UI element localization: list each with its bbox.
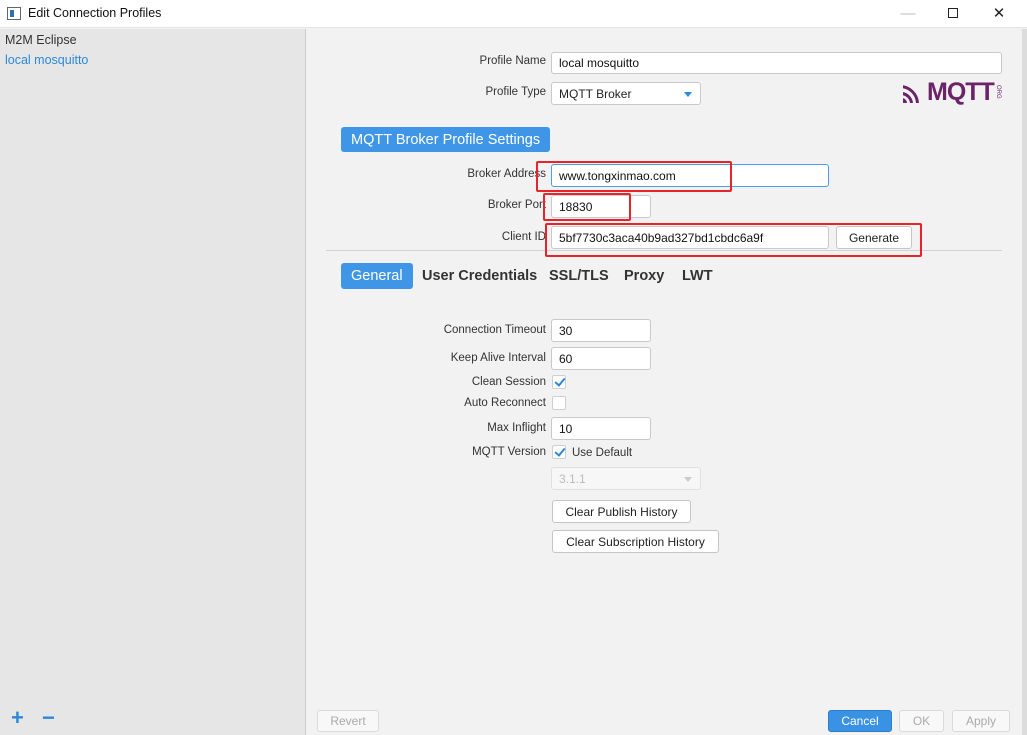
clean-session-checkbox[interactable] [552,375,566,389]
maximize-icon [948,7,958,18]
close-button[interactable]: ✕ [976,0,1022,28]
title-bar: Edit Connection Profiles — ✕ [0,0,1027,28]
section-divider [326,250,1002,251]
keep-alive-field[interactable]: 60 [551,347,651,370]
broker-port-label: Broker Port [487,199,546,211]
maximize-button[interactable] [930,0,976,28]
tab-general[interactable]: General [341,263,413,289]
mqtt-version-select[interactable]: 3.1.1 [551,467,701,490]
apply-button[interactable]: Apply [952,710,1010,732]
profile-name-field[interactable]: local mosquitto [551,52,1002,74]
revert-button[interactable]: Revert [317,710,379,732]
add-profile-button[interactable]: + [11,707,24,729]
auto-reconnect-label: Auto Reconnect [464,397,546,409]
mqtt-logo-mark-icon [903,81,927,103]
clear-subscription-history-button[interactable]: Clear Subscription History [552,530,719,553]
profile-type-label: Profile Type [485,86,546,98]
broker-address-field[interactable]: www.tongxinmao.com [551,164,829,187]
use-default-label[interactable]: Use Default [572,447,632,459]
keep-alive-label: Keep Alive Interval [450,352,546,364]
profile-editor: Profile Name local mosquitto Profile Typ… [307,29,1027,735]
broker-port-field[interactable]: 18830 [551,195,651,218]
connection-timeout-field[interactable]: 30 [551,319,651,342]
ok-button[interactable]: OK [899,710,944,732]
tab-lwt[interactable]: LWT [672,263,723,289]
sidebar-item-m2m-eclipse[interactable]: M2M Eclipse [5,33,77,47]
minimize-button[interactable]: — [885,0,931,28]
mqtt-version-label: MQTT Version [472,446,546,458]
window-edge [1022,29,1027,735]
tab-proxy[interactable]: Proxy [614,263,674,289]
profile-name-label: Profile Name [479,55,546,67]
tab-ssl-tls[interactable]: SSL/TLS [539,263,619,289]
max-inflight-label: Max Inflight [487,422,546,434]
mqtt-version-value: 3.1.1 [559,471,586,486]
max-inflight-field[interactable]: 10 [551,417,651,440]
app-icon [7,7,21,20]
cancel-button[interactable]: Cancel [828,710,892,732]
auto-reconnect-checkbox[interactable] [552,396,566,410]
clean-session-label: Clean Session [471,376,546,388]
profiles-sidebar: M2M Eclipse local mosquitto + − [0,29,306,735]
use-default-checkbox[interactable] [552,445,566,459]
client-id-label: Client ID [501,231,546,243]
window-title: Edit Connection Profiles [28,6,162,20]
mqtt-logo: MQTT ORG [903,77,1001,106]
clear-publish-history-button[interactable]: Clear Publish History [552,500,691,523]
sidebar-item-local-mosquitto[interactable]: local mosquitto [5,53,88,67]
profile-type-select[interactable]: MQTT Broker [551,82,701,105]
client-id-field[interactable]: 5bf7730c3aca40b9ad327bd1cbdc6a9f [551,226,829,249]
broker-address-label: Broker Address [467,168,546,180]
tab-user-credentials[interactable]: User Credentials [412,263,547,289]
connection-timeout-label: Connection Timeout [443,324,546,336]
generate-button[interactable]: Generate [836,226,912,249]
remove-profile-button[interactable]: − [42,707,55,729]
profile-type-value: MQTT Broker [559,86,632,101]
mqtt-logo-suffix: ORG [994,85,1001,99]
broker-settings-heading: MQTT Broker Profile Settings [341,127,551,152]
chevron-down-icon [684,92,692,97]
chevron-down-icon [684,477,692,482]
mqtt-logo-text: MQTT [927,77,995,106]
